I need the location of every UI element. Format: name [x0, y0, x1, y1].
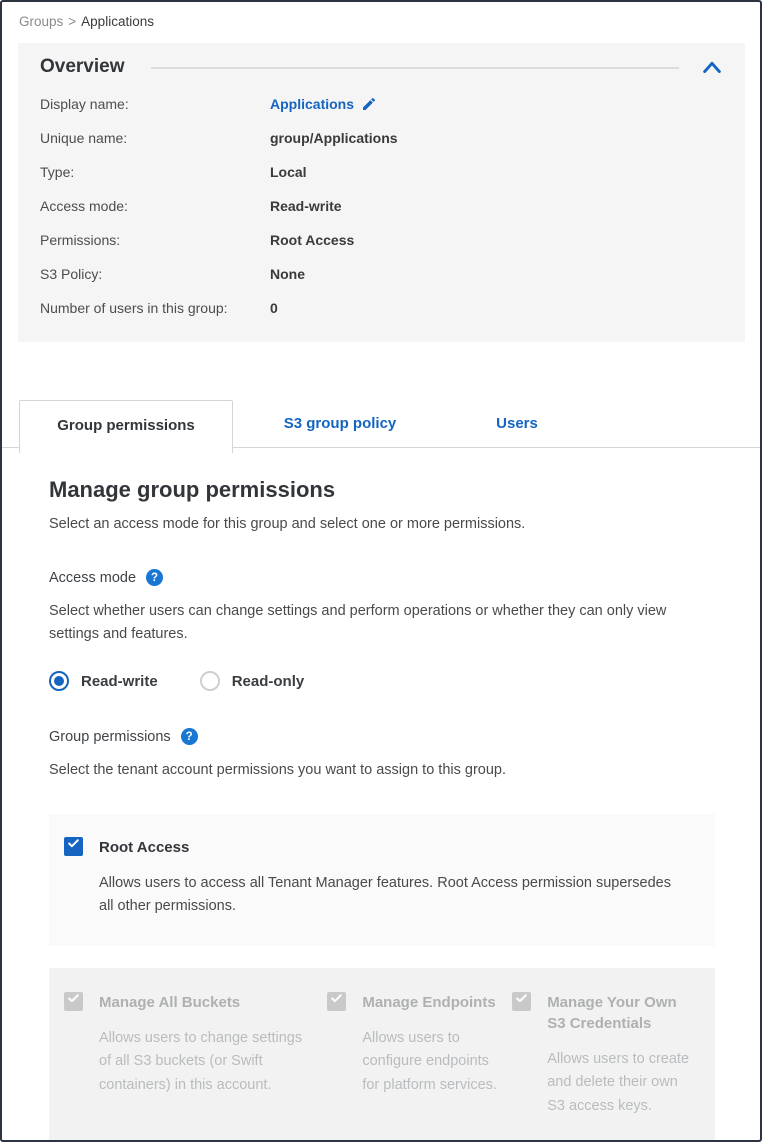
edit-display-name-button[interactable] — [361, 96, 377, 112]
manage-all-buckets-description: Allows users to change settings of all S… — [99, 1027, 317, 1097]
check-icon — [67, 992, 80, 1010]
manage-endpoints-description: Allows users to configure endpoints for … — [362, 1027, 504, 1097]
display-name-value: Applications — [270, 96, 354, 112]
radio-unselected-icon[interactable] — [200, 671, 220, 691]
permission-manage-own-s3-credentials: Manage Your Own S3 Credentials Allows us… — [512, 992, 700, 1118]
access-mode-description: Select whether users can change settings… — [49, 600, 715, 646]
permission-manage-all-buckets: Manage All Buckets Allows users to chang… — [64, 992, 327, 1118]
tab-users[interactable]: Users — [447, 400, 587, 447]
overview-header: Overview — [40, 56, 723, 78]
field-label: Unique name: — [40, 130, 270, 146]
pencil-icon — [361, 100, 377, 115]
group-permissions-section-label: Group permissions ? — [49, 728, 715, 745]
field-value: Applications — [270, 96, 377, 112]
field-label: Display name: — [40, 96, 270, 112]
field-label: Permissions: — [40, 232, 270, 248]
overview-panel: Overview Display name: Applications Uniq… — [18, 43, 745, 342]
permission-row: Manage Your Own S3 Credentials — [512, 992, 700, 1034]
check-icon — [330, 992, 343, 1010]
access-mode-section-label: Access mode ? — [49, 569, 715, 586]
field-value: group/Applications — [270, 130, 398, 146]
field-label: Access mode: — [40, 198, 270, 214]
access-mode-help-button[interactable]: ? — [146, 569, 163, 586]
overview-field-unique-name: Unique name: group/Applications — [40, 130, 723, 146]
question-mark-icon: ? — [186, 731, 193, 743]
overview-divider — [151, 67, 680, 69]
manage-own-s3-credentials-description: Allows users to create and delete their … — [547, 1048, 699, 1118]
overview-field-s3-policy: S3 Policy: None — [40, 266, 723, 282]
collapse-overview-button[interactable] — [701, 59, 723, 75]
group-permissions-label: Group permissions — [49, 729, 171, 745]
manage-endpoints-checkbox-disabled — [327, 992, 346, 1011]
access-mode-radio-group: Read-write Read-only — [49, 671, 715, 691]
root-access-panel: Root Access Allows users to access all T… — [49, 814, 715, 946]
field-label: S3 Policy: — [40, 266, 270, 282]
overview-field-display-name: Display name: Applications — [40, 96, 723, 112]
page-subtitle: Select an access mode for this group and… — [49, 516, 715, 532]
overview-field-user-count: Number of users in this group: 0 — [40, 300, 723, 316]
access-mode-label: Access mode — [49, 570, 136, 586]
permission-row: Manage All Buckets — [64, 992, 327, 1013]
field-value: Local — [270, 164, 307, 180]
permission-row: Manage Endpoints — [327, 992, 512, 1013]
radio-selected-icon[interactable] — [49, 671, 69, 691]
manage-own-s3-credentials-checkbox-disabled — [512, 992, 531, 1011]
manage-all-buckets-checkbox-disabled — [64, 992, 83, 1011]
field-value: Read-write — [270, 198, 342, 214]
manage-own-s3-credentials-label: Manage Your Own S3 Credentials — [547, 992, 692, 1034]
overview-field-access-mode: Access mode: Read-write — [40, 198, 723, 214]
tab-content: Manage group permissions Select an acces… — [2, 477, 760, 1142]
check-icon — [515, 992, 528, 1010]
tab-group-permissions[interactable]: Group permissions — [19, 400, 233, 453]
root-access-label[interactable]: Root Access — [99, 837, 189, 858]
chevron-up-icon — [701, 63, 723, 78]
permission-manage-endpoints: Manage Endpoints Allows users to configu… — [327, 992, 512, 1118]
field-value: Root Access — [270, 232, 354, 248]
overview-field-type: Type: Local — [40, 164, 723, 180]
radio-read-only-label: Read-only — [232, 673, 305, 690]
breadcrumb-separator: > — [68, 14, 76, 29]
page-title: Manage group permissions — [49, 477, 715, 503]
field-label: Number of users in this group: — [40, 300, 270, 316]
manage-all-buckets-label: Manage All Buckets — [99, 992, 240, 1013]
tab-s3-group-policy[interactable]: S3 group policy — [233, 400, 447, 447]
field-label: Type: — [40, 164, 270, 180]
group-permissions-description: Select the tenant account permissions yo… — [49, 759, 715, 782]
check-icon — [67, 837, 80, 855]
other-permissions-panel: Manage All Buckets Allows users to chang… — [49, 968, 715, 1142]
breadcrumb: Groups > Applications — [2, 2, 760, 29]
group-permissions-help-button[interactable]: ? — [181, 728, 198, 745]
radio-read-write-label: Read-write — [81, 673, 158, 690]
root-access-description: Allows users to access all Tenant Manage… — [99, 872, 681, 919]
overview-field-permissions: Permissions: Root Access — [40, 232, 723, 248]
breadcrumb-current: Applications — [81, 14, 154, 29]
group-detail-page: Groups > Applications Overview Display nam… — [0, 0, 762, 1142]
root-access-row: Root Access — [64, 837, 700, 858]
radio-read-only[interactable]: Read-only — [200, 671, 305, 691]
tab-bar: Group permissions S3 group policy Users — [2, 395, 760, 448]
question-mark-icon: ? — [151, 572, 158, 584]
radio-read-write[interactable]: Read-write — [49, 671, 158, 691]
field-value: 0 — [270, 300, 278, 316]
overview-title: Overview — [40, 56, 125, 78]
manage-endpoints-label: Manage Endpoints — [362, 992, 495, 1013]
field-value: None — [270, 266, 305, 282]
breadcrumb-groups-link[interactable]: Groups — [19, 14, 63, 29]
root-access-checkbox[interactable] — [64, 837, 83, 856]
